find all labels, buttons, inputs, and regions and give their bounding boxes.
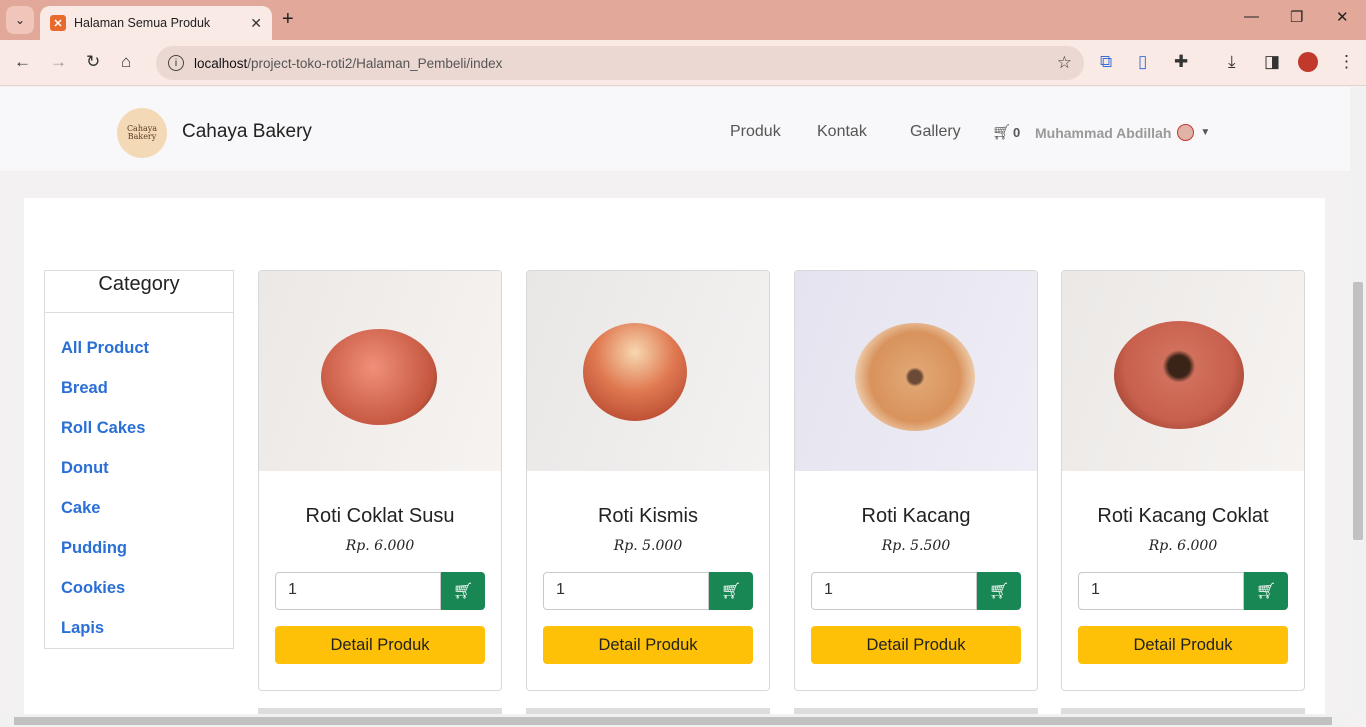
vertical-scrollbar[interactable] [1350, 87, 1366, 714]
product-image[interactable] [259, 271, 501, 471]
detail-produk-button[interactable]: Detail Produk [811, 626, 1021, 664]
chevron-down-icon: ▼ [1200, 127, 1211, 138]
category-item-lapis[interactable]: Lapis [61, 605, 217, 645]
side-panel-icon[interactable]: ◨ [1264, 52, 1280, 72]
nav-link-produk[interactable]: Produk [730, 123, 781, 141]
product-card: Roti Coklat Susu Rp. 6.000 1 🛒︎ Detail P… [258, 270, 502, 691]
detail-produk-button[interactable]: Detail Produk [543, 626, 753, 664]
add-to-cart-button[interactable]: 🛒︎ [441, 572, 485, 610]
product-name: Roti Kismis [597, 505, 698, 527]
brand-name[interactable]: Cahaya Bakery [182, 121, 312, 143]
user-menu[interactable]: Muhammad Abdillah ▼ [1035, 124, 1210, 141]
new-tab-icon[interactable]: + [282, 8, 294, 31]
reload-icon[interactable]: ↻ [86, 52, 100, 72]
category-list: All Product Bread Roll Cakes Donut Cake … [45, 313, 233, 657]
product-name: Roti Kacang Coklat [1097, 505, 1269, 527]
category-item-cookies[interactable]: Cookies [61, 565, 217, 605]
cart-plus-icon: 🛒︎ [988, 583, 1010, 600]
tab-close-icon[interactable]: ✕ [250, 15, 262, 32]
bookmark-star-icon[interactable]: ☆ [1057, 53, 1072, 73]
restore-icon[interactable]: ❐ [1290, 8, 1303, 26]
back-icon[interactable]: ← [14, 52, 31, 72]
detail-produk-button[interactable]: Detail Produk [275, 626, 485, 664]
category-item-all-product[interactable]: All Product [61, 325, 217, 365]
minimize-icon[interactable]: — [1244, 8, 1259, 25]
add-to-cart-button[interactable]: 🛒︎ [977, 572, 1021, 610]
window-close-icon[interactable]: ✕ [1336, 8, 1349, 26]
address-bar[interactable]: i localhost/project-toko-roti2/Halaman_P… [156, 46, 1084, 80]
quantity-input[interactable]: 1 [1078, 572, 1244, 610]
scrollbar-thumb[interactable] [1353, 282, 1363, 540]
cart-count: 0 [1013, 124, 1021, 140]
cart-plus-icon: 🛒︎ [452, 583, 474, 600]
category-title: Category [45, 271, 233, 313]
product-price: Rp. 6.000 [345, 538, 415, 554]
product-price: Rp. 6.000 [1148, 538, 1218, 554]
tab-title: Halaman Semua Produk [74, 16, 211, 30]
category-item-bread[interactable]: Bread [61, 365, 217, 405]
site-info-icon[interactable]: i [168, 55, 184, 71]
brand-logo[interactable]: Cahaya Bakery [117, 108, 167, 158]
url-text: localhost/project-toko-roti2/Halaman_Pem… [194, 55, 503, 71]
product-image[interactable] [527, 271, 769, 471]
download-icon[interactable]: ⤓ [1228, 52, 1236, 72]
forward-icon[interactable]: → [50, 52, 67, 72]
user-name: Muhammad Abdillah [1035, 124, 1172, 141]
product-image[interactable] [1062, 271, 1304, 471]
category-item-cake[interactable]: Cake [61, 485, 217, 525]
tab-search-icon[interactable]: ⌄ [6, 6, 34, 34]
detail-produk-button[interactable]: Detail Produk [1078, 626, 1288, 664]
favicon-icon: ✕ [50, 15, 66, 31]
browser-toolbar: ← → ↻ ⌂ i localhost/project-toko-roti2/H… [0, 40, 1366, 86]
profile-avatar[interactable] [1298, 52, 1318, 72]
product-image[interactable] [795, 271, 1037, 471]
category-sidebar: Category All Product Bread Roll Cakes Do… [44, 270, 234, 649]
product-price: Rp. 5.500 [881, 538, 951, 554]
horizontal-scrollbar[interactable] [0, 714, 1350, 727]
quantity-input[interactable]: 1 [275, 572, 441, 610]
extension-doc-icon[interactable]: ▯ [1138, 52, 1147, 72]
cart-plus-icon: 🛒︎ [720, 583, 742, 600]
user-avatar [1177, 124, 1195, 141]
category-item-roll-cakes[interactable]: Roll Cakes [61, 405, 217, 445]
cart-plus-icon: 🛒︎ [1255, 583, 1277, 600]
nav-link-kontak[interactable]: Kontak [817, 123, 867, 141]
quantity-input[interactable]: 1 [811, 572, 977, 610]
translate-icon[interactable]: ⧉ [1100, 52, 1112, 72]
home-icon[interactable]: ⌂ [121, 52, 131, 72]
browser-tab[interactable]: ✕ Halaman Semua Produk ✕ [40, 6, 272, 40]
category-item-donut[interactable]: Donut [61, 445, 217, 485]
main-content: Category All Product Bread Roll Cakes Do… [24, 198, 1325, 714]
category-item-pudding[interactable]: Pudding [61, 525, 217, 565]
quantity-input[interactable]: 1 [543, 572, 709, 610]
cart-icon: 🛒︎ [992, 124, 1012, 141]
product-card: Roti Kacang Coklat Rp. 6.000 1 🛒︎ Detail… [1061, 270, 1305, 691]
product-card: Roti Kismis Rp. 5.000 1 🛒︎ Detail Produk [526, 270, 770, 691]
page-viewport: Cahaya Bakery Cahaya Bakery Produk Konta… [0, 87, 1350, 714]
add-to-cart-button[interactable]: 🛒︎ [1244, 572, 1288, 610]
nav-cart[interactable]: 🛒︎ 0 [992, 123, 1020, 141]
product-name: Roti Coklat Susu [305, 505, 455, 527]
menu-kebab-icon[interactable]: ⋮ [1338, 52, 1355, 72]
nav-link-gallery[interactable]: Gallery [910, 123, 961, 141]
site-navbar: Cahaya Bakery Cahaya Bakery Produk Konta… [0, 87, 1350, 171]
product-card: Roti Kacang Rp. 5.500 1 🛒︎ Detail Produk [794, 270, 1038, 691]
product-name: Roti Kacang [861, 505, 971, 527]
add-to-cart-button[interactable]: 🛒︎ [709, 572, 753, 610]
browser-tab-strip: ⌄ ✕ Halaman Semua Produk ✕ + — ❐ ✕ [0, 0, 1366, 40]
extensions-icon[interactable]: ✚ [1174, 52, 1188, 72]
product-price: Rp. 5.000 [613, 538, 683, 554]
scrollbar-thumb[interactable] [14, 717, 1332, 725]
